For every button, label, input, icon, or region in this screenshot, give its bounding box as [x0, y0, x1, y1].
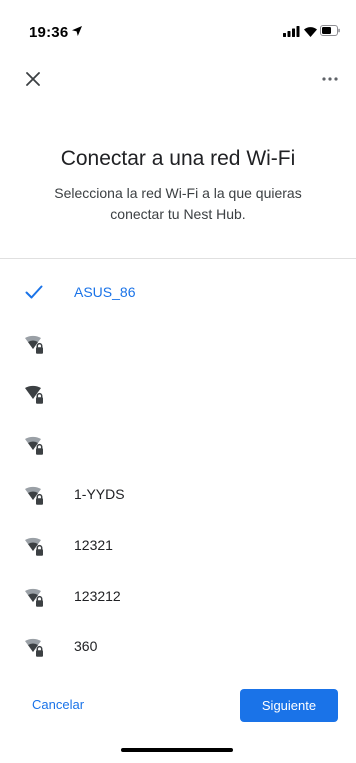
wifi-lock-icon: [25, 588, 43, 607]
network-row[interactable]: [0, 369, 356, 420]
network-row[interactable]: ASUS_86: [0, 268, 356, 319]
page-header: Conectar a una red Wi-Fi Selecciona la r…: [0, 145, 356, 225]
wifi-lock-icon: [25, 436, 43, 455]
wifi-status-icon: [304, 27, 317, 37]
network-row[interactable]: 1-YYDS: [0, 470, 356, 521]
wifi-lock-icon: [25, 639, 43, 657]
wifi-lock-icon: [25, 537, 43, 556]
network-row[interactable]: 360: [0, 622, 356, 673]
network-row[interactable]: 12321: [0, 521, 356, 572]
network-name: 12321: [74, 536, 113, 553]
more-options-button[interactable]: [318, 72, 342, 86]
network-row[interactable]: 123212: [0, 572, 356, 623]
network-name: 1-YYDS: [74, 486, 125, 503]
network-name: 360: [74, 638, 98, 655]
more-horizontal-icon: [322, 77, 338, 81]
divider: [0, 258, 356, 259]
home-indicator: [121, 748, 233, 752]
location-arrow-icon: [72, 26, 82, 36]
next-button[interactable]: Siguiente: [240, 689, 338, 722]
network-row[interactable]: [0, 319, 356, 370]
network-name: ASUS_86: [74, 284, 136, 300]
wifi-lock-icon: [25, 335, 43, 354]
page-subtitle: Selecciona la red Wi-Fi a la que quieras…: [54, 185, 302, 222]
close-icon: [26, 72, 40, 86]
battery-icon: [320, 25, 340, 36]
wifi-network-list: ASUS_86 1-YYDS 12321 123212 360: [0, 268, 356, 673]
status-bar: 19:36: [0, 0, 356, 41]
wifi-lock-icon: [25, 487, 43, 506]
network-row[interactable]: [0, 420, 356, 471]
wifi-lock-icon: [25, 386, 43, 404]
page-title: Conectar a una red Wi-Fi: [60, 147, 296, 170]
cancel-button[interactable]: Cancelar: [32, 697, 84, 712]
cellular-signal-icon: [283, 26, 300, 37]
status-time: 19:36: [29, 24, 69, 41]
network-name: 123212: [74, 587, 121, 604]
close-button[interactable]: [20, 66, 46, 92]
check-icon: [25, 285, 43, 299]
